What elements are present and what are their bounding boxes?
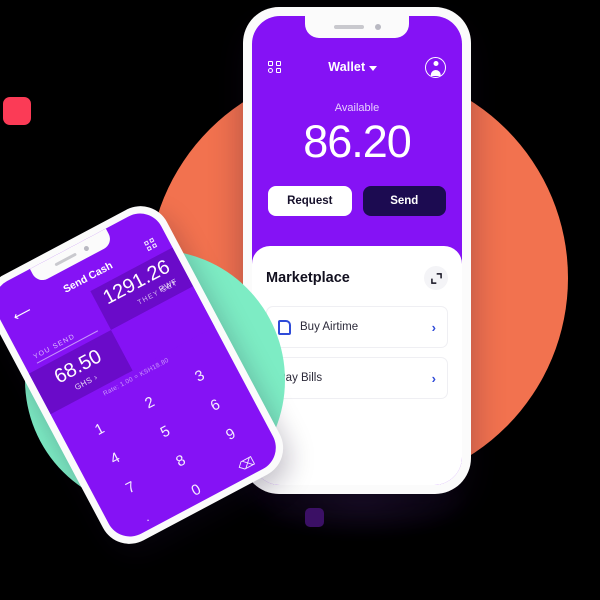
marketplace-row-label: Pay Bills xyxy=(278,372,323,384)
illustration-scene: Wallet Available 86.20 Request Send Mark… xyxy=(0,0,600,600)
avatar-icon[interactable] xyxy=(425,56,447,78)
earpiece-speaker xyxy=(54,252,77,267)
sim-card-icon xyxy=(278,319,291,335)
balance-amount: 86.20 xyxy=(303,116,412,167)
wallet-title-label: Wallet xyxy=(328,60,366,74)
wallet-topbar: Wallet xyxy=(252,54,462,80)
front-camera xyxy=(374,24,381,30)
wallet-title-dropdown[interactable]: Wallet xyxy=(328,60,378,74)
marketplace-header: Marketplace xyxy=(266,266,448,290)
marketplace-row-label: Buy Airtime xyxy=(300,321,359,333)
wallet-action-row: Request Send xyxy=(268,186,446,216)
red-square-decoration xyxy=(3,97,31,125)
purple-square-decoration xyxy=(305,508,324,527)
request-button[interactable]: Request xyxy=(268,186,352,216)
grid-icon[interactable] xyxy=(268,60,281,74)
send-button[interactable]: Send xyxy=(362,186,446,216)
chevron-down-icon xyxy=(369,65,378,71)
marketplace-title: Marketplace xyxy=(266,270,350,286)
available-label: Available xyxy=(334,102,380,114)
marketplace-row-pay-bills[interactable]: Pay Bills › xyxy=(266,357,448,399)
marketplace-row-buy-airtime[interactable]: Buy Airtime › xyxy=(266,306,448,348)
phone-notch xyxy=(305,16,409,38)
wallet-screen: Wallet Available 86.20 Request Send Mark… xyxy=(252,16,462,485)
expand-icon[interactable] xyxy=(424,266,448,290)
front-camera xyxy=(83,245,90,252)
earpiece-speaker xyxy=(333,25,364,29)
chevron-right-icon: › xyxy=(431,319,436,335)
chevron-right-icon: › xyxy=(431,370,436,386)
